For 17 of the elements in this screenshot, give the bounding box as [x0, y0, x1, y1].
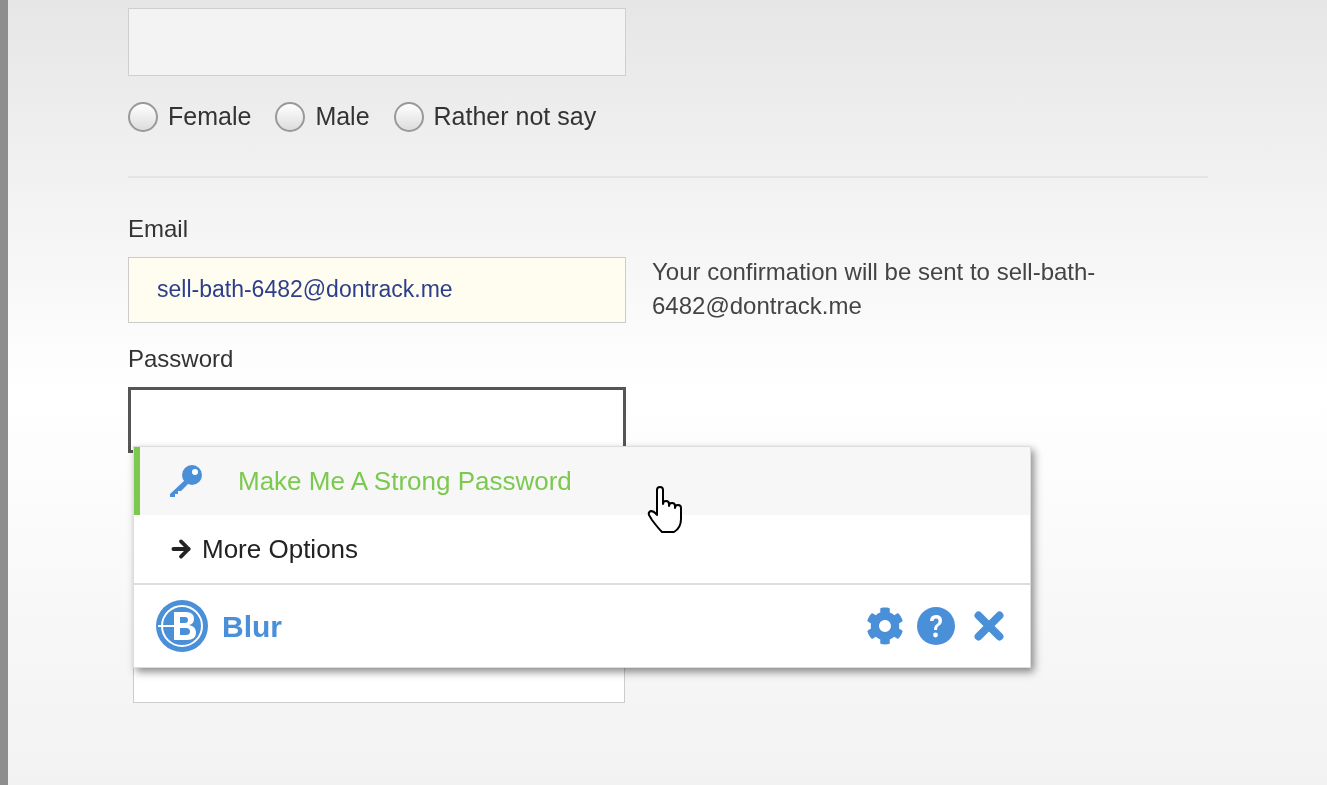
radio-button[interactable]: [275, 101, 306, 132]
field-label: Email: [128, 213, 189, 244]
confirmation-note: Your confirmation will be sent to sell-bath-6482@dontrack.me: [652, 256, 1097, 321]
help-icon[interactable]: [916, 606, 956, 646]
email-field[interactable]: sell-bath-6482@dontrack.me: [128, 256, 626, 323]
password-field[interactable]: [128, 386, 626, 453]
text-field[interactable]: [128, 8, 626, 76]
radio-option[interactable]: Female: [128, 98, 252, 136]
popup-menu-item[interactable]: More Options: [134, 515, 1030, 583]
radio-option[interactable]: Male: [275, 98, 370, 136]
logo-icon: [154, 598, 210, 654]
radio-button[interactable]: [393, 101, 424, 132]
settings-icon[interactable]: [866, 607, 904, 645]
field-label: Password: [128, 343, 235, 374]
radio-button[interactable]: [128, 101, 158, 132]
brand-name: Blur: [222, 608, 282, 645]
radio-option[interactable]: Rather not say: [393, 98, 597, 136]
